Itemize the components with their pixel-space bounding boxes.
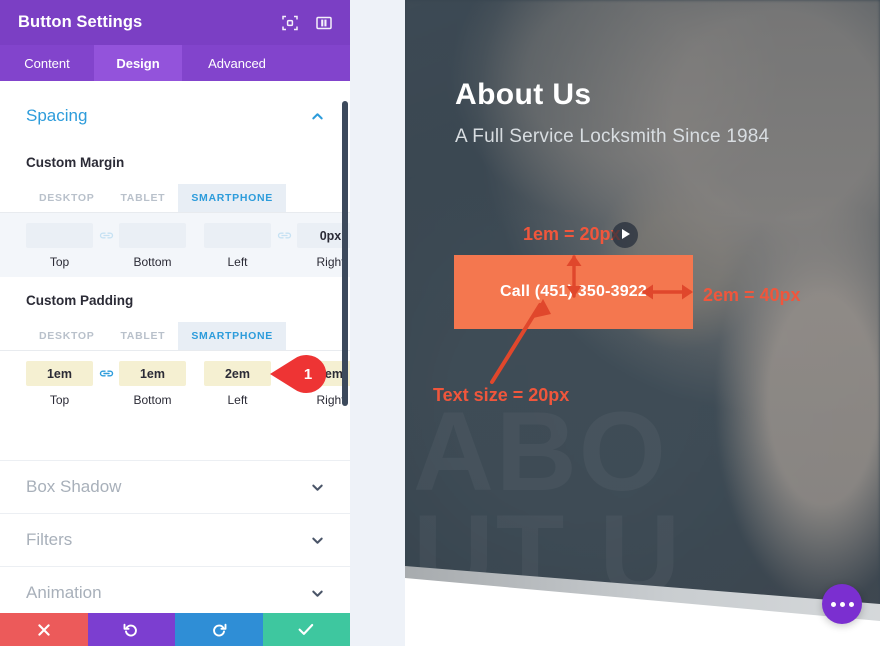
padding-caption-left: Left — [227, 393, 248, 407]
section-title-filters: Filters — [26, 530, 73, 549]
section-header-spacing[interactable]: Spacing — [0, 93, 350, 139]
preview-area: ABO UT U About Us A Full Service Locksmi… — [350, 0, 880, 646]
margin-device-tab-desktop[interactable]: DESKTOP — [26, 184, 107, 212]
hero-title: About Us — [455, 78, 592, 111]
mouse-cursor-indicator — [612, 222, 638, 248]
padding-input-left[interactable]: 2em — [204, 361, 271, 386]
panel-scrollbar-thumb[interactable] — [342, 101, 348, 406]
margin-field-top[interactable]: Top — [26, 223, 93, 269]
label-custom-margin: Custom Margin — [26, 155, 125, 170]
padding-group-vertical: 1em Top 1em Bottom — [26, 361, 186, 407]
padding-field-left[interactable]: 2em Left — [204, 361, 271, 407]
label-custom-padding: Custom Padding — [26, 293, 134, 308]
padding-link-top-bottom[interactable] — [93, 361, 119, 386]
check-icon — [298, 623, 314, 635]
link-chain-icon — [99, 370, 113, 377]
chevron-down-icon[interactable] — [311, 481, 324, 494]
section-divider-shape — [405, 566, 880, 646]
link-chain-icon — [99, 232, 113, 239]
divi-button-settings-screen: Button Settings Content Design Advanced — [0, 0, 880, 646]
margin-device-tab-smartphone[interactable]: SMARTPHONE — [178, 184, 286, 212]
padding-device-tab-tablet[interactable]: TABLET — [107, 322, 178, 350]
tab-design[interactable]: Design — [94, 45, 182, 81]
panel-header: Button Settings — [0, 0, 350, 45]
dot-icon — [830, 601, 836, 607]
padding-input-bottom[interactable]: 1em — [119, 361, 186, 386]
margin-link-left-right[interactable] — [271, 223, 297, 248]
dot-icon — [839, 601, 845, 607]
margin-input-bottom[interactable] — [119, 223, 186, 248]
padding-input-top[interactable]: 1em — [26, 361, 93, 386]
panel-body: Spacing Custom Margin DESKTOP TABLET SMA… — [0, 81, 350, 613]
cancel-button[interactable] — [0, 613, 88, 646]
settings-panel: Button Settings Content Design Advanced — [0, 0, 350, 646]
margin-caption-left: Left — [227, 255, 248, 269]
panel-scroll-area: Spacing Custom Margin DESKTOP TABLET SMA… — [0, 81, 350, 613]
panel-action-bar — [0, 613, 350, 646]
section-title-spacing: Spacing — [26, 106, 88, 125]
margin-device-tabs: DESKTOP TABLET SMARTPHONE — [0, 184, 350, 213]
redo-icon — [212, 623, 227, 636]
step-marker-label: 1 — [303, 365, 313, 383]
save-button[interactable] — [262, 613, 350, 646]
page-preview: ABO UT U About Us A Full Service Locksmi… — [405, 0, 880, 646]
hero-subtitle: A Full Service Locksmith Since 1984 — [455, 126, 770, 147]
margin-link-top-bottom[interactable] — [93, 223, 119, 248]
margin-device-tab-tablet[interactable]: TABLET — [107, 184, 178, 212]
call-cta-label: Call (451) 350-3922 — [499, 283, 647, 300]
margin-caption-bottom: Bottom — [133, 255, 172, 269]
margin-group-vertical: Top Bottom — [26, 223, 186, 269]
undo-button[interactable] — [87, 613, 175, 646]
panel-tabs: Content Design Advanced — [0, 45, 350, 81]
layout-panel-icon[interactable] — [316, 15, 332, 31]
padding-caption-top: Top — [49, 393, 70, 407]
chevron-down-icon[interactable] — [311, 587, 324, 600]
chevron-up-icon[interactable] — [311, 110, 324, 123]
margin-field-bottom[interactable]: Bottom — [119, 223, 186, 269]
padding-device-tabs: DESKTOP TABLET SMARTPHONE — [0, 322, 350, 351]
margin-input-top[interactable] — [26, 223, 93, 248]
margin-caption-top: Top — [49, 255, 70, 269]
tab-advanced[interactable]: Advanced — [182, 45, 292, 81]
padding-field-bottom[interactable]: 1em Bottom — [119, 361, 186, 407]
margin-group-horizontal: Left 0px Right — [204, 223, 350, 269]
section-title-box-shadow: Box Shadow — [26, 477, 122, 496]
call-cta-button[interactable]: Call (451) 350-3922 — [454, 255, 693, 329]
tab-content[interactable]: Content — [0, 45, 94, 81]
step-marker-1: 1 — [268, 354, 336, 394]
padding-value-row: 1em Top 1em Bottom 2em Left 2em Right 1 — [0, 351, 350, 415]
redo-button[interactable] — [175, 613, 263, 646]
section-header-filters[interactable]: Filters — [0, 513, 350, 566]
section-title-animation: Animation — [26, 583, 102, 602]
section-header-animation[interactable]: Animation — [0, 566, 350, 613]
margin-field-left[interactable]: Left — [204, 223, 271, 269]
undo-icon — [123, 623, 138, 636]
margin-value-row: Top Bottom Left 0px Right — [0, 213, 350, 277]
chevron-down-icon[interactable] — [311, 534, 324, 547]
padding-device-tab-smartphone[interactable]: SMARTPHONE — [178, 322, 286, 350]
padding-caption-bottom: Bottom — [133, 393, 172, 407]
margin-caption-right: Right — [316, 255, 345, 269]
padding-device-tab-desktop[interactable]: DESKTOP — [26, 322, 107, 350]
dot-icon — [848, 601, 854, 607]
margin-input-left[interactable] — [204, 223, 271, 248]
panel-title: Button Settings — [18, 13, 143, 31]
panel-header-icons — [282, 15, 332, 31]
padding-caption-right: Right — [316, 393, 345, 407]
more-options-fab[interactable] — [822, 584, 862, 624]
padding-field-top[interactable]: 1em Top — [26, 361, 93, 407]
focus-target-icon[interactable] — [282, 15, 298, 31]
link-chain-icon — [277, 232, 291, 239]
close-icon — [38, 623, 50, 636]
section-header-box-shadow[interactable]: Box Shadow — [0, 460, 350, 513]
